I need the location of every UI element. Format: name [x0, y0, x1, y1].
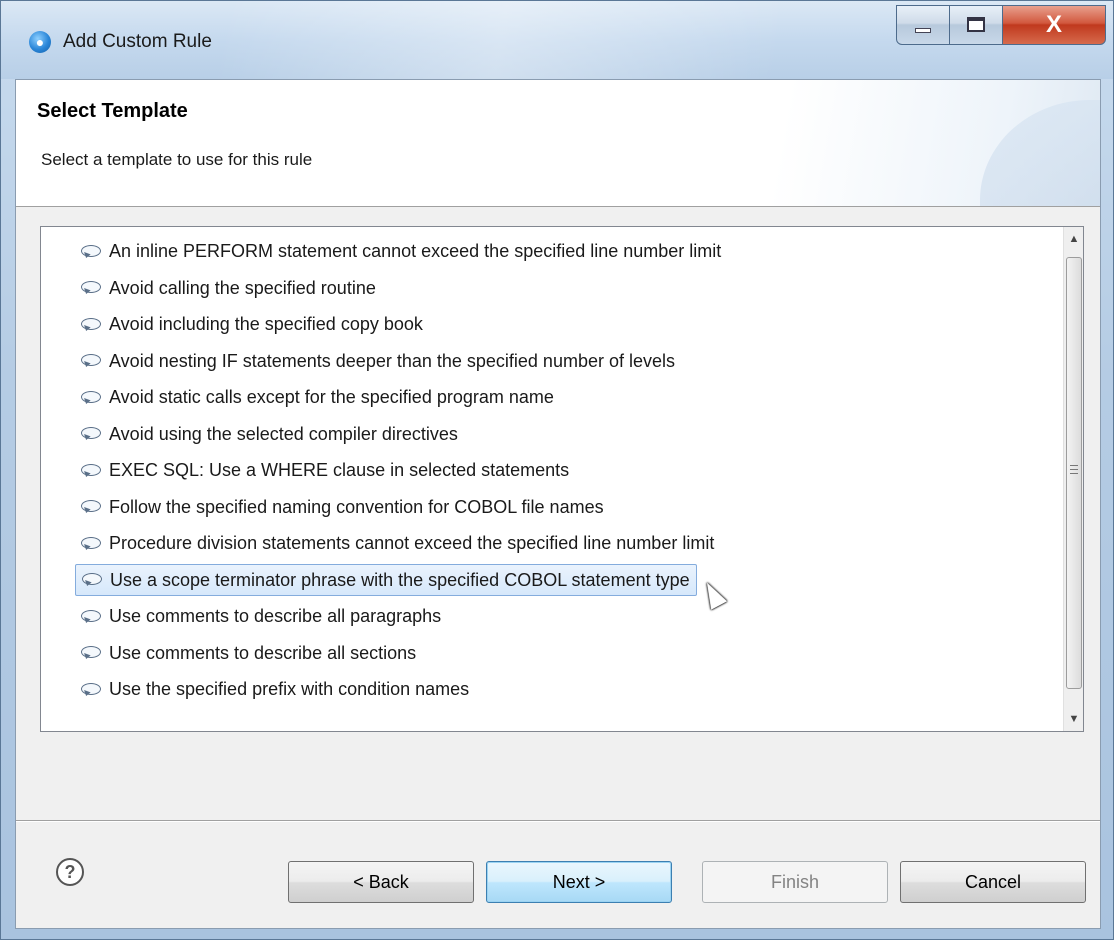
list-item[interactable]: Use comments to describe all paragraphs — [75, 600, 447, 632]
list-item-label: An inline PERFORM statement cannot excee… — [109, 241, 722, 261]
list-item-label: Use comments to describe all sections — [109, 642, 417, 663]
help-icon[interactable]: ? — [56, 858, 84, 886]
next-button[interactable]: Next > — [486, 861, 672, 903]
list-item-label: Avoid static calls except for the specif… — [109, 387, 554, 407]
list-item[interactable]: EXEC SQL: Use a WHERE clause in selected… — [75, 454, 575, 486]
maximize-button[interactable] — [949, 5, 1003, 45]
list-item-label: Use a scope terminator phrase with the s… — [110, 569, 690, 590]
minimize-icon — [915, 28, 931, 33]
header-decoration — [980, 100, 1100, 206]
comment-bubble-icon — [81, 536, 101, 550]
window-title: Add Custom Rule — [63, 31, 212, 52]
list-item[interactable]: Use a scope terminator phrase with the s… — [75, 563, 697, 596]
list-item[interactable]: Avoid static calls except for the specif… — [75, 381, 560, 413]
page-description: Select a template to use for this rule — [41, 150, 313, 169]
minimize-button[interactable] — [896, 5, 950, 45]
comment-bubble-icon — [81, 244, 101, 258]
comment-bubble-icon — [81, 682, 101, 696]
comment-bubble-icon — [81, 500, 101, 513]
comment-bubble-icon — [81, 609, 101, 623]
close-icon: X — [1045, 11, 1062, 38]
list-item-label: Use the specified prefix with condition … — [109, 679, 470, 699]
template-list-items: An inline PERFORM statement cannot excee… — [41, 227, 1063, 731]
list-item[interactable]: Use comments to describe all sections — [75, 637, 422, 669]
dialog-window: ● Add Custom Rule X Select Template Sele… — [0, 0, 1114, 940]
title-bar[interactable]: ● Add Custom Rule X — [1, 1, 1113, 79]
scrollbar-grip-icon — [1070, 465, 1078, 474]
list-item-label: Avoid including the specified copy book — [109, 314, 423, 334]
list-item-label: Procedure division statements cannot exc… — [109, 533, 715, 553]
footer-divider — [16, 820, 1100, 822]
template-list[interactable]: An inline PERFORM statement cannot excee… — [40, 226, 1084, 732]
close-button[interactable]: X — [1002, 5, 1106, 45]
comment-bubble-icon — [81, 646, 101, 659]
list-item[interactable]: Procedure division statements cannot exc… — [75, 527, 720, 559]
list-item-label: Avoid using the selected compiler direct… — [109, 423, 458, 444]
wizard-header: Select Template Select a template to use… — [16, 80, 1100, 207]
scrollbar-thumb[interactable] — [1066, 257, 1082, 689]
comment-bubble-icon — [81, 463, 101, 477]
app-icon: ● — [29, 31, 51, 53]
list-item[interactable]: Avoid calling the specified routine — [75, 272, 382, 304]
comment-bubble-icon — [81, 427, 101, 440]
dialog-client-area: Select Template Select a template to use… — [15, 79, 1101, 929]
list-item[interactable]: Avoid nesting IF statements deeper than … — [75, 345, 681, 377]
scroll-up-arrow-icon[interactable]: ▲ — [1064, 227, 1084, 251]
list-item-label: Avoid nesting IF statements deeper than … — [109, 350, 675, 371]
scroll-down-arrow-icon[interactable]: ▼ — [1064, 707, 1084, 731]
vertical-scrollbar[interactable]: ▲ ▼ — [1063, 227, 1083, 731]
list-item[interactable]: Avoid including the specified copy book — [75, 308, 429, 340]
comment-bubble-icon — [81, 317, 101, 331]
list-item-label: Avoid calling the specified routine — [109, 277, 376, 298]
list-item-label: Follow the specified naming convention f… — [109, 496, 604, 517]
comment-bubble-icon — [81, 390, 101, 404]
list-item[interactable]: An inline PERFORM statement cannot excee… — [75, 235, 727, 267]
list-item-label: EXEC SQL: Use a WHERE clause in selected… — [109, 460, 570, 480]
list-item[interactable]: Follow the specified naming convention f… — [75, 491, 610, 523]
list-item-label: Use comments to describe all paragraphs — [109, 606, 442, 626]
comment-bubble-icon — [81, 354, 101, 367]
maximize-icon — [967, 17, 985, 32]
list-item[interactable]: Avoid using the selected compiler direct… — [75, 418, 464, 450]
comment-bubble-icon — [81, 281, 101, 294]
page-title: Select Template — [37, 100, 188, 122]
cancel-button[interactable]: Cancel — [900, 861, 1086, 903]
back-button[interactable]: < Back — [288, 861, 474, 903]
finish-button: Finish — [702, 861, 888, 903]
comment-bubble-icon — [82, 573, 102, 586]
list-item[interactable]: Use the specified prefix with condition … — [75, 673, 475, 705]
